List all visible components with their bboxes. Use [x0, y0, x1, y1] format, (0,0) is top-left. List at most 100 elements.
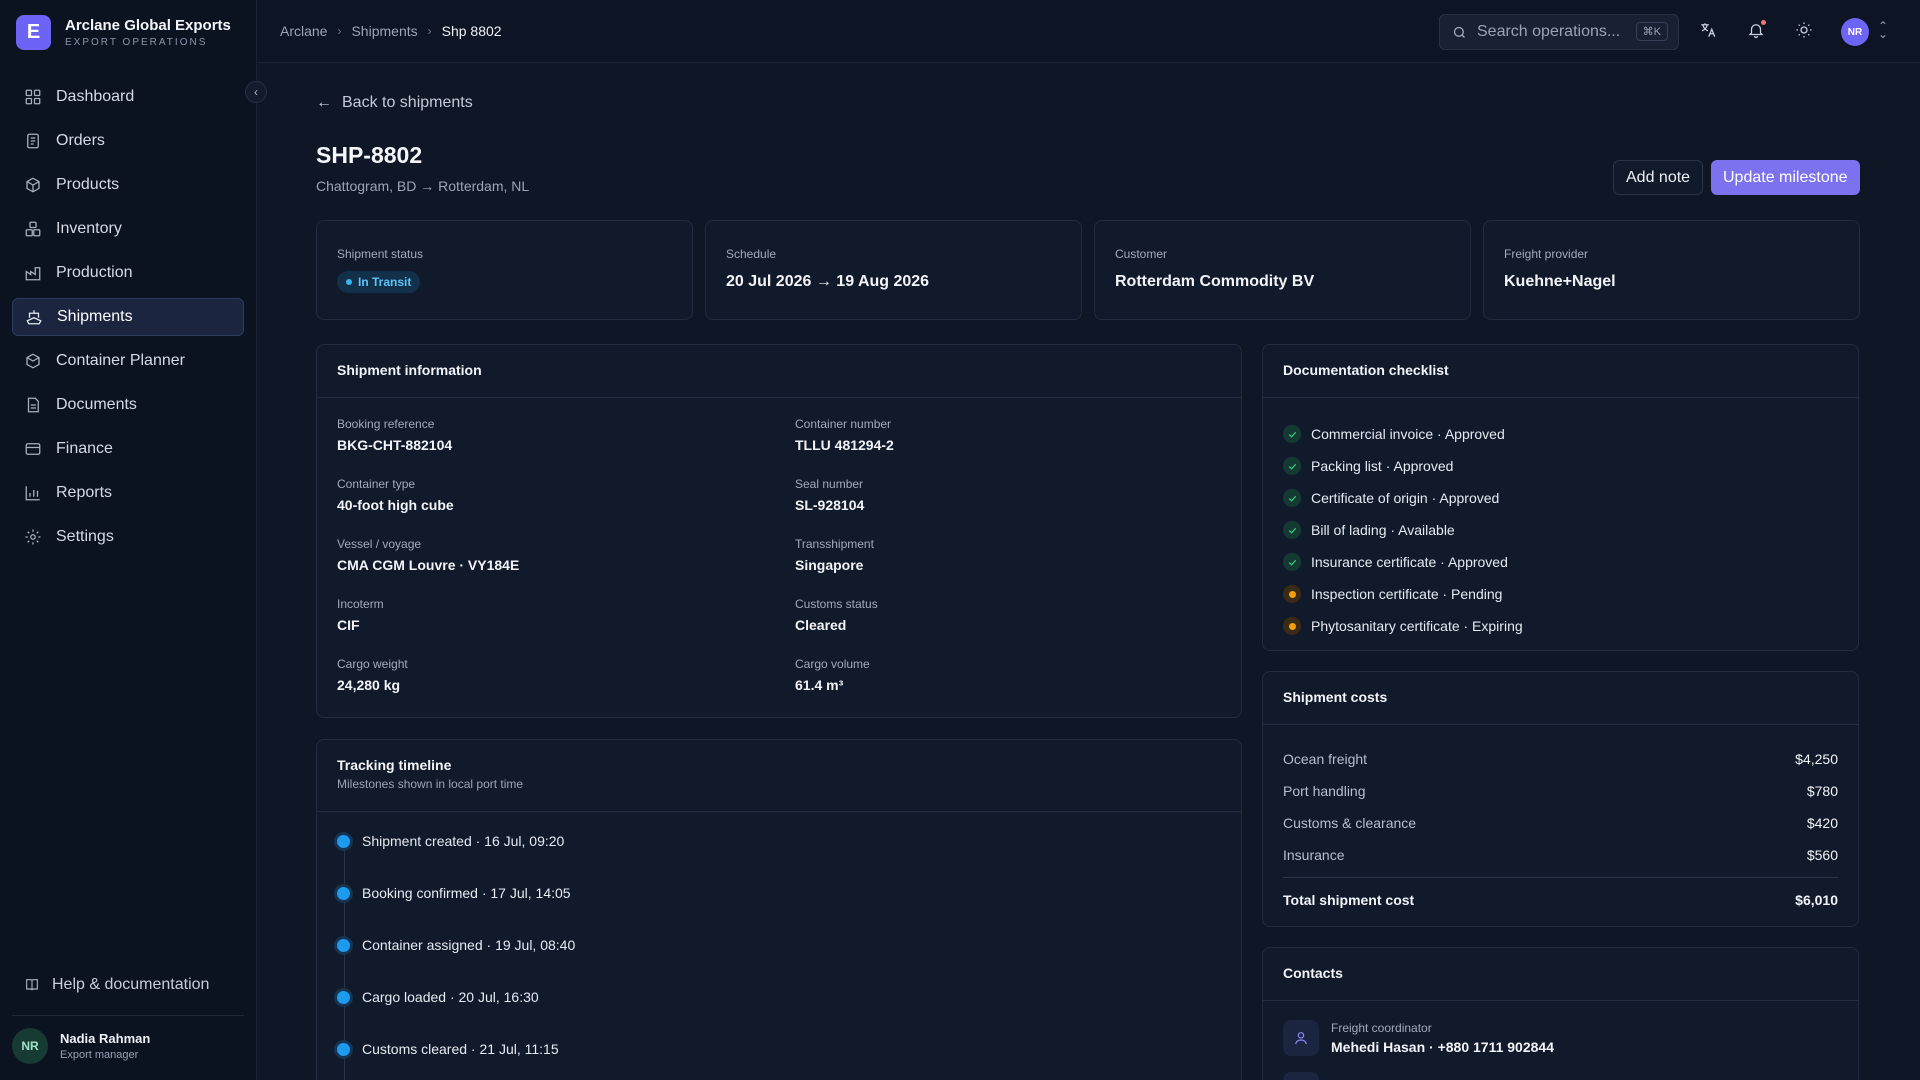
sidebar-item-documents[interactable]: Documents — [12, 386, 244, 424]
shipment-route: Chattogram, BD → Rotterdam, NL — [316, 178, 530, 194]
sidebar-item-settings[interactable]: Settings — [12, 518, 244, 556]
cost-label: Customs & clearance — [1283, 815, 1417, 831]
panel-header: Tracking timeline Milestones shown in lo… — [317, 740, 1241, 812]
arrow-left-icon: ← — [316, 94, 332, 111]
info-label: Seal number — [795, 477, 864, 491]
sidebar-item-shipments[interactable]: Shipments — [12, 298, 244, 336]
info-field: Customs status Cleared — [795, 597, 878, 633]
stat-label: Shipment status — [337, 247, 424, 261]
chevron-right-icon: › — [427, 24, 432, 38]
timeline-text: Cargo loaded · 20 Jul, 16:30 — [362, 989, 539, 1005]
sidebar-item-label: Inventory — [56, 220, 122, 237]
timeline-text: Container assigned · 19 Jul, 08:40 — [362, 937, 576, 953]
checklist-item: Packing list · Approved — [1283, 450, 1838, 482]
checklist-item: Commercial invoice · Approved — [1283, 418, 1838, 450]
chevron-updown-icon[interactable]: ⌃ ⌄ — [1878, 20, 1888, 40]
update-milestone-button[interactable]: Update milestone — [1711, 160, 1860, 195]
info-label: Booking reference — [337, 417, 435, 431]
schedule-card: Schedule 20 Jul 2026 → 19 Aug 2026 — [705, 220, 1082, 320]
check-icon — [1283, 457, 1301, 475]
status-badge: In Transit — [337, 271, 421, 293]
sidebar-item-label: Finance — [56, 440, 113, 457]
info-label: Vessel / voyage — [337, 537, 422, 551]
checklist-item: Certificate of origin · Approved — [1283, 482, 1838, 514]
timeline-text: Customs cleared · 21 Jul, 11:15 — [362, 1041, 559, 1057]
cost-total-amount: $6,010 — [1795, 892, 1838, 908]
sidebar-item-container-planner[interactable]: Container Planner — [12, 342, 244, 380]
info-value: CMA CGM Louvre · VY184E — [337, 557, 520, 573]
info-label: Container number — [795, 417, 892, 431]
checklist-text: Certificate of origin · Approved — [1311, 490, 1500, 506]
gear-icon — [25, 529, 41, 545]
avatar[interactable]: NR — [1841, 18, 1869, 46]
contact-item[interactable]: Freight coordinator Mehedi Hasan · +880 … — [1283, 1020, 1554, 1056]
user-name: Nadia Rahman — [60, 1031, 151, 1046]
panel-title: Contacts — [1263, 948, 1858, 1001]
search-shortcut: ⌘K — [1635, 22, 1668, 41]
timeline-dot-icon — [337, 990, 350, 1004]
freight-provider-card: Freight provider Kuehne+Nagel — [1483, 220, 1860, 320]
brand-logo: E — [16, 15, 51, 50]
search-input[interactable]: Search operations... ⌘K — [1439, 14, 1679, 50]
info-field: Container type 40-foot high cube — [337, 477, 454, 513]
pending-icon — [1283, 617, 1301, 635]
user-role: Export manager — [60, 1049, 139, 1061]
brand-subtitle: EXPORT OPERATIONS — [65, 37, 208, 48]
stat-value: Kuehne+Nagel — [1504, 273, 1616, 290]
topbar: Arclane › Shipments › Shp 8802 Search op… — [258, 0, 1920, 63]
info-field: Vessel / voyage CMA CGM Louvre · VY184E — [337, 537, 519, 573]
contact-item[interactable]: Port agent — [1283, 1072, 1386, 1080]
sidebar-item-inventory[interactable]: Inventory — [12, 210, 244, 248]
timeline-dot-icon — [337, 834, 350, 848]
panel-title: Documentation checklist — [1263, 345, 1858, 398]
tracking-timeline-panel: Tracking timeline Milestones shown in lo… — [316, 739, 1242, 1080]
checklist-text: Bill of lading · Available — [1311, 522, 1455, 538]
back-to-shipments-link[interactable]: ← Back to shipments — [316, 94, 473, 112]
sidebar-item-products[interactable]: Products — [12, 166, 244, 204]
cost-row: Ocean freight $4,250 — [1283, 743, 1838, 775]
theme-toggle-button[interactable] — [1794, 20, 1814, 40]
collapse-sidebar-button[interactable]: ‹ — [245, 81, 267, 103]
pending-icon — [1283, 585, 1301, 603]
translate-button[interactable] — [1698, 20, 1718, 40]
inventory-icon — [25, 221, 41, 237]
page-title: SHP-8802 — [316, 142, 423, 168]
info-label: Cargo weight — [337, 657, 408, 671]
cost-label: Port handling — [1283, 783, 1366, 799]
info-label: Transshipment — [795, 537, 874, 551]
user-profile[interactable]: NR Nadia Rahman Export manager — [12, 1028, 150, 1064]
cost-amount: $4,250 — [1795, 751, 1838, 767]
timeline-item: Shipment created · 16 Jul, 09:20 — [337, 833, 564, 849]
chevron-left-icon: ‹ — [254, 85, 258, 99]
breadcrumb-item-arclane[interactable]: Arclane — [280, 23, 327, 39]
sidebar-item-production[interactable]: Production — [12, 254, 244, 292]
sidebar-item-dashboard[interactable]: Dashboard — [12, 78, 244, 116]
sidebar-item-finance[interactable]: Finance — [12, 430, 244, 468]
sidebar-item-reports[interactable]: Reports — [12, 474, 244, 512]
sidebar-item-label: Production — [56, 264, 133, 281]
documentation-checklist-panel: Documentation checklist Commercial invoi… — [1262, 344, 1859, 651]
help-documentation-link[interactable]: Help & documentation — [24, 976, 209, 994]
info-value: 40-foot high cube — [337, 497, 454, 513]
cost-total-label: Total shipment cost — [1283, 892, 1415, 908]
chevron-right-icon: › — [337, 24, 342, 38]
cost-amount: $780 — [1806, 783, 1838, 799]
ship-icon — [26, 310, 42, 325]
checklist-text: Phytosanitary certificate · Expiring — [1311, 618, 1523, 634]
stat-value: 20 Jul 2026 → 19 Aug 2026 — [726, 273, 930, 290]
stat-label: Schedule — [726, 247, 777, 261]
info-field: Seal number SL-928104 — [795, 477, 864, 513]
shipment-status-card: Shipment status In Transit — [316, 220, 693, 320]
dashboard-icon — [25, 89, 41, 105]
add-note-button[interactable]: Add note — [1613, 160, 1704, 195]
sidebar-item-orders[interactable]: Orders — [12, 122, 244, 160]
info-field: Transshipment Singapore — [795, 537, 874, 573]
info-value: BKG-CHT-882104 — [337, 437, 453, 453]
notifications-button[interactable] — [1746, 20, 1766, 40]
timeline-dot-icon — [337, 886, 350, 900]
checklist: Commercial invoice · Approved Packing li… — [1263, 398, 1858, 650]
brand-name: Arclane Global Exports — [65, 17, 231, 34]
checklist-text: Inspection certificate · Pending — [1311, 586, 1503, 602]
brand[interactable]: E Arclane Global Exports EXPORT OPERATIO… — [16, 15, 231, 50]
breadcrumb-item-shipments[interactable]: Shipments — [351, 23, 417, 39]
